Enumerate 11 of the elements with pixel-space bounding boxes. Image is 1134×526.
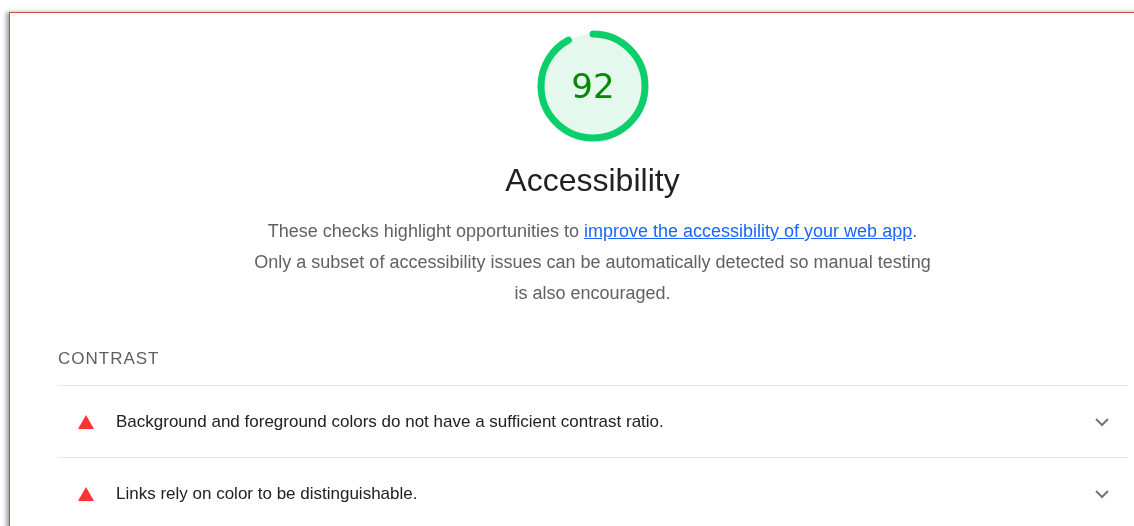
chevron-icon[interactable] [1094, 416, 1110, 427]
audit-title: Background and foreground colors do not have a sufficient contrast ratio. [116, 411, 665, 432]
category-description: These checks highlight opportunities to improve the accessibility of your web app. Only a subset of accessibility issues can be automatically detected so manual testing is also encouraged. [253, 220, 932, 305]
warning-triangle-icon [78, 414, 94, 429]
category-title: Accessibility [505, 161, 680, 200]
chevron-icon[interactable] [1094, 488, 1110, 499]
score-value: 92 [570, 66, 615, 106]
group-heading: CONTRAST [58, 349, 1128, 386]
warning-triangle-icon [78, 486, 94, 501]
accessibility-link[interactable]: improve the accessibility of your web app [584, 221, 913, 241]
audit-title: Links rely on color to be distinguishable. [116, 483, 419, 504]
